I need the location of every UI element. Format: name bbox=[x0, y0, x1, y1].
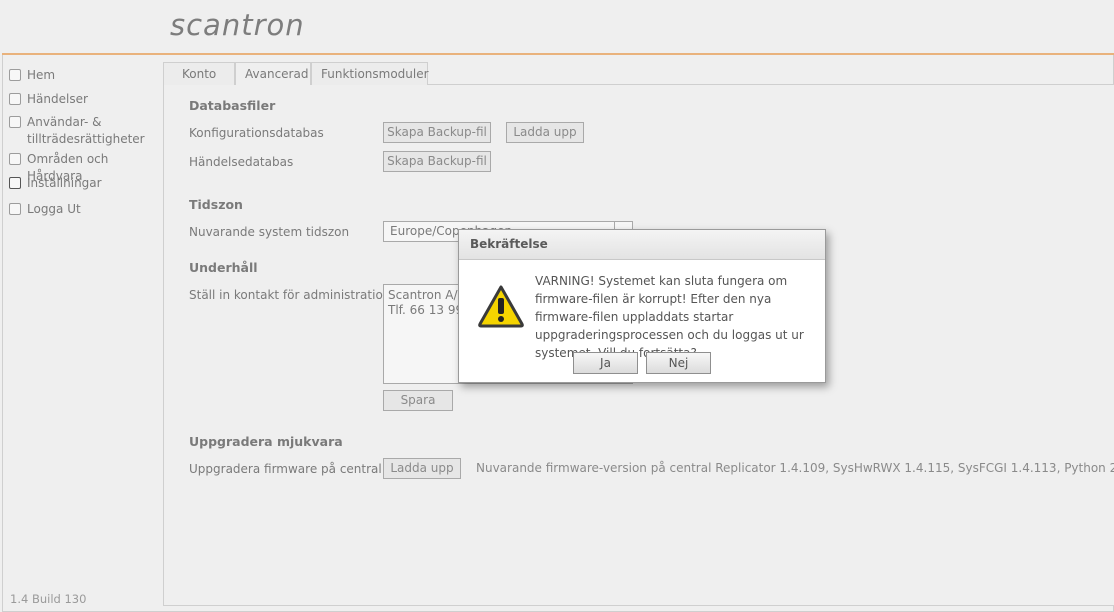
section-heading-tidszon: Tidszon bbox=[189, 197, 243, 212]
save-button[interactable]: Spara bbox=[383, 390, 453, 411]
event-backup-button[interactable]: Skapa Backup-fil bbox=[383, 151, 491, 172]
firmware-upgrade-label: Uppgradera firmware på central bbox=[189, 462, 382, 476]
tab-avancerad[interactable]: Avancerad bbox=[235, 62, 311, 85]
config-db-label: Konfigurationsdatabas bbox=[189, 126, 324, 140]
sidebar-item-label: Händelser bbox=[27, 92, 88, 106]
firmware-version-info: Nuvarande firmware-version på central Re… bbox=[476, 461, 1114, 475]
build-version: 1.4 Build 130 bbox=[10, 592, 87, 606]
sidebar-item-handelser[interactable]: Händelser bbox=[9, 91, 157, 108]
sidebar-item-anvandare[interactable]: Användar- & tillträdesrättigheter bbox=[9, 114, 147, 148]
section-heading-databasfiler: Databasfiler bbox=[189, 98, 276, 113]
firmware-upload-button[interactable]: Ladda upp bbox=[383, 458, 461, 479]
dialog-message: VARNING! Systemet kan sluta fungera om f… bbox=[535, 274, 804, 360]
nav-checkbox-icon bbox=[9, 153, 21, 165]
scantron-logo: scantron bbox=[170, 8, 305, 42]
sidebar-item-label: Inställningar bbox=[27, 176, 102, 190]
tab-funktionsmoduler[interactable]: Funktionsmoduler bbox=[311, 62, 429, 85]
tab-konto[interactable]: Konto bbox=[163, 62, 235, 85]
warning-icon bbox=[478, 285, 524, 328]
config-upload-button[interactable]: Ladda upp bbox=[506, 122, 584, 143]
timezone-label: Nuvarande system tidszon bbox=[189, 225, 350, 239]
section-heading-underhall: Underhåll bbox=[189, 260, 258, 275]
sidebar-item-hem[interactable]: Hem bbox=[9, 67, 157, 84]
confirmation-dialog: Bekräftelse VARNING! Systemet kan sluta … bbox=[458, 229, 826, 383]
nav-checkbox-icon bbox=[9, 177, 21, 189]
config-backup-button[interactable]: Skapa Backup-fil bbox=[383, 122, 491, 143]
sidebar-item-label: Hem bbox=[27, 68, 56, 82]
confirm-no-button[interactable]: Nej bbox=[646, 352, 711, 374]
nav-checkbox-icon bbox=[9, 203, 21, 215]
sidebar-item-logga-ut[interactable]: Logga Ut bbox=[9, 201, 157, 218]
app-header: scantron bbox=[2, 0, 1114, 55]
admin-contact-label: Ställ in kontakt för administration bbox=[189, 288, 391, 302]
nav-checkbox-icon bbox=[9, 116, 21, 128]
nav-checkbox-icon bbox=[9, 69, 21, 81]
confirm-yes-button[interactable]: Ja bbox=[573, 352, 638, 374]
sidebar-item-label: Logga Ut bbox=[27, 202, 81, 216]
dialog-title: Bekräftelse bbox=[459, 230, 825, 260]
nav-checkbox-icon bbox=[9, 93, 21, 105]
event-db-label: Händelsedatabas bbox=[189, 155, 294, 169]
section-heading-uppgradera: Uppgradera mjukvara bbox=[189, 434, 343, 449]
sidebar-item-installningar[interactable]: Inställningar bbox=[9, 175, 157, 192]
sidebar-item-label: Användar- & tillträdesrättigheter bbox=[27, 115, 145, 146]
tab-bar: Konto Avancerad Funktionsmoduler bbox=[163, 62, 429, 85]
